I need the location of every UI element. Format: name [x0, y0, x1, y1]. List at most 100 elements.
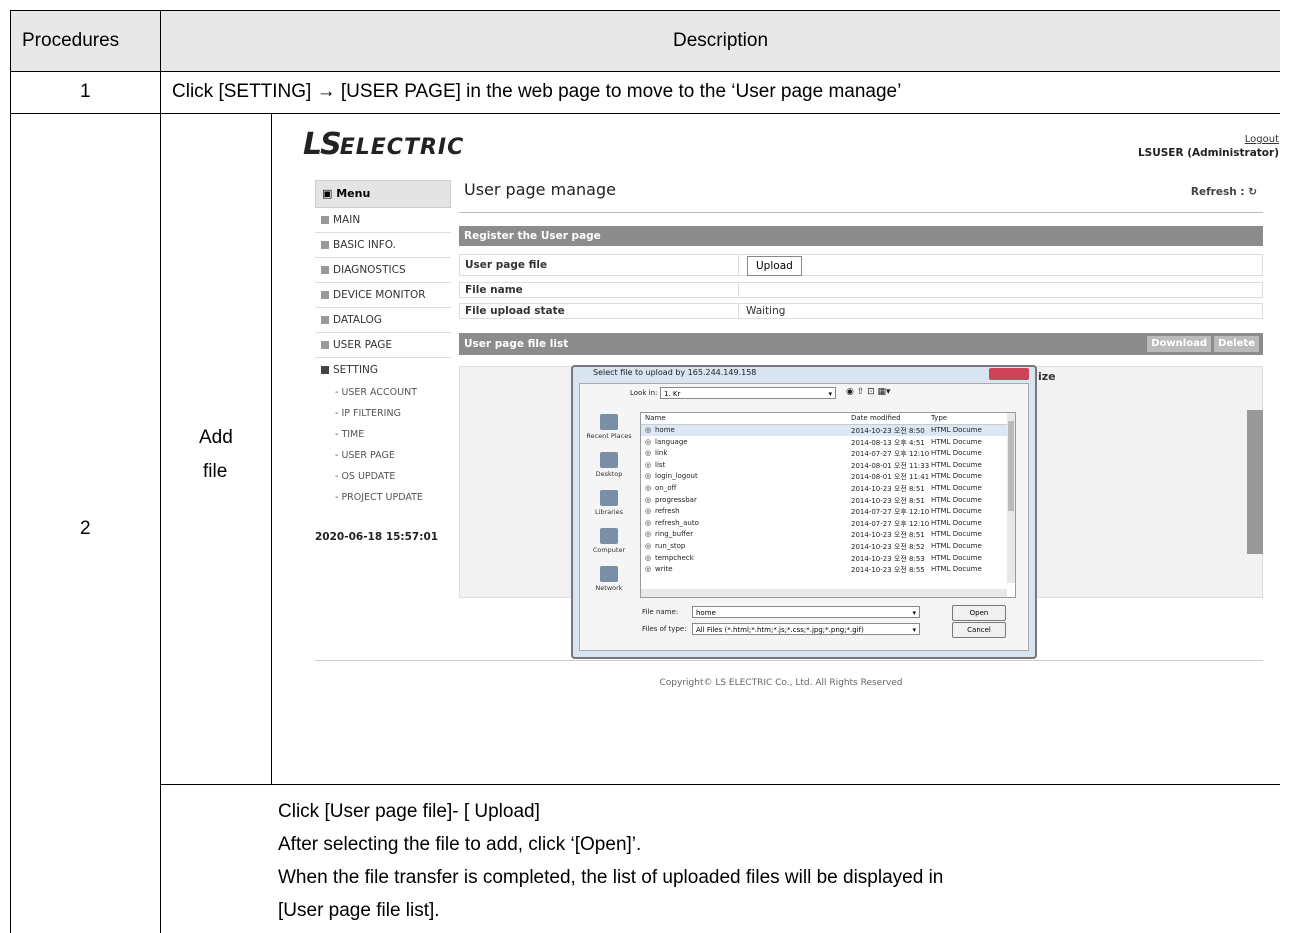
submenu-user-page[interactable]: - USER PAGE: [315, 445, 451, 466]
computer-icon: [600, 528, 618, 544]
menu-title: ▣ Menu: [315, 180, 451, 208]
file-date: 2014-10-23 오전 8:55: [851, 566, 925, 575]
row-file-upload-state: File upload state Waiting: [459, 303, 1263, 319]
file-type: HTML Docume: [931, 518, 982, 527]
file-row[interactable]: ◎ run_stop 2014-10-23 오전 8:52 HTML Docume: [641, 541, 1007, 552]
menu-item-datalog[interactable]: DATALOG: [315, 308, 451, 333]
file-date: 2014-08-01 오전 11:41: [851, 473, 930, 482]
col-date[interactable]: Date modified: [851, 414, 901, 422]
file-row[interactable]: ◎ login_logout 2014-08-01 오전 11:41 HTML Doc…: [641, 471, 1007, 482]
row-label: File upload state: [465, 305, 565, 317]
toolbar-icons[interactable]: ◉ ⇧ ⊡ ▦▾: [846, 387, 891, 397]
look-in-select[interactable]: 1. Kr ▾: [660, 387, 836, 399]
row-label: User page file: [465, 259, 548, 271]
step2-label-line2: file: [203, 461, 228, 482]
bullet-icon: [321, 316, 329, 324]
step1-text: Click [SETTING] → [USER PAGE] in the web…: [172, 81, 902, 102]
header-procedures: Procedures: [22, 30, 120, 51]
list-scrollbar[interactable]: [1247, 410, 1263, 554]
submenu-project-update[interactable]: - PROJECT UPDATE: [315, 487, 451, 508]
place-label: Libraries: [594, 508, 624, 516]
file-name: ring_buffer: [655, 530, 694, 539]
file-name: link: [655, 449, 668, 458]
file-date: 2014-10-23 오전 8:51: [851, 531, 925, 540]
submenu-ip-filtering[interactable]: - IP FILTERING: [315, 403, 451, 424]
file-row[interactable]: ◎ progressbar 2014-10-23 오전 8:51 HTML Docum…: [641, 495, 1007, 506]
menu-item-setting[interactable]: SETTING: [315, 358, 451, 382]
bullet-icon: [321, 216, 329, 224]
menu-item-user-page[interactable]: USER PAGE: [315, 333, 451, 358]
network-icon: [600, 566, 618, 582]
file-type: HTML Docume: [931, 449, 982, 458]
file-type: HTML Docume: [931, 437, 982, 446]
divider: [738, 304, 739, 318]
file-date: 2014-10-23 오전 8:52: [851, 543, 925, 551]
menu-item-basic-info[interactable]: BASIC INFO.: [315, 233, 451, 258]
delete-button[interactable]: Delete: [1214, 336, 1259, 352]
file-date: 2014-08-13 오후 4:51: [851, 438, 925, 447]
file-row[interactable]: ◎ link 2014-07-27 오후 12:10 HTML Docume: [641, 448, 1007, 459]
file-row[interactable]: ◎ on_off 2014-10-23 오전 8:51 HTML Docume: [641, 483, 1007, 494]
file-row[interactable]: ◎ refresh_auto 2014-07-27 오후 12:10 HTML Doc…: [641, 518, 1007, 529]
file-row[interactable]: ◎ list 2014-08-01 오전 11:33 HTML Docume: [641, 460, 1007, 471]
file-date: 2014-07-27 오후 12:10: [851, 508, 930, 517]
file-row[interactable]: ◎ ring_buffer 2014-10-23 오전 8:51 HTML Docum…: [641, 529, 1007, 540]
step1-number: 1: [80, 81, 91, 102]
menu-item-device-monitor[interactable]: DEVICE MONITOR: [315, 283, 451, 308]
place-computer[interactable]: Computer: [584, 528, 634, 566]
bullet-icon: [321, 366, 329, 374]
file-row[interactable]: ◎ language 2014-08-13 오후 4:51 HTML Docume: [641, 437, 1007, 448]
file-name: list: [655, 460, 666, 469]
place-desktop[interactable]: Desktop: [584, 452, 634, 490]
file-dialog: Select file to upload by 165.244.149.158…: [571, 365, 1037, 659]
file-row[interactable]: ◎ home 2014-10-23 오전 8:50 HTML Docume: [641, 425, 1007, 436]
file-list-hscrollbar[interactable]: [641, 589, 1007, 597]
page-title: User page manage: [464, 180, 616, 199]
menu-item-label: DATALOG: [333, 314, 382, 326]
logout-link[interactable]: Logout: [1245, 134, 1279, 145]
row-label: File name: [465, 284, 523, 296]
file-type: HTML Docume: [931, 553, 982, 562]
file-row[interactable]: ◎ refresh 2014-07-27 오후 12:10 HTML Docume: [641, 506, 1007, 517]
file-type: HTML Docume: [931, 495, 982, 504]
files-of-type-select[interactable]: All Files (*.html;*.htm;*.js;*.css;*.jpg…: [692, 623, 920, 635]
places-bar: Recent Places Desktop Libraries Computer…: [584, 414, 634, 604]
file-list-header: Name Date modified Type: [641, 413, 1015, 425]
place-libraries[interactable]: Libraries: [584, 490, 634, 528]
html-file-icon: ◎: [645, 472, 652, 481]
cancel-button[interactable]: Cancel: [952, 622, 1006, 638]
table-border: [10, 71, 1280, 72]
place-network[interactable]: Network: [584, 566, 634, 604]
menu-item-diagnostics[interactable]: DIAGNOSTICS: [315, 258, 451, 283]
download-button[interactable]: Download: [1147, 336, 1211, 352]
menu-title-label: Menu: [336, 187, 371, 200]
scroll-thumb[interactable]: [1008, 421, 1014, 511]
submenu-time[interactable]: - TIME: [315, 424, 451, 445]
file-row[interactable]: ◎ write 2014-10-23 오전 8:55 HTML Docume: [641, 564, 1007, 575]
open-button[interactable]: Open: [952, 605, 1006, 621]
logo-ls: LS: [303, 127, 342, 162]
file-date: 2014-08-01 오전 11:33: [851, 461, 930, 470]
file-name-input[interactable]: home ▾: [692, 606, 920, 618]
refresh-button[interactable]: Refresh : ↻: [1191, 186, 1257, 198]
header-description: Description: [673, 30, 769, 51]
col-name[interactable]: Name: [645, 414, 666, 422]
menu-icon: ▣: [322, 187, 337, 200]
menu-item-main[interactable]: MAIN: [315, 208, 451, 233]
col-type[interactable]: Type: [931, 414, 947, 422]
close-icon[interactable]: [989, 368, 1029, 380]
upload-button[interactable]: Upload: [747, 256, 802, 276]
file-row[interactable]: ◎ tempcheck 2014-10-23 오전 8:53 HTML Docume: [641, 553, 1007, 564]
place-recent-places[interactable]: Recent Places: [584, 414, 634, 452]
html-file-icon: ◎: [645, 437, 652, 446]
desktop-icon: [600, 452, 618, 468]
file-date: 2014-10-23 오전 8:50: [851, 427, 925, 435]
html-file-icon: ◎: [645, 495, 652, 504]
submenu-user-account[interactable]: - USER ACCOUNT: [315, 382, 451, 403]
libraries-icon: [600, 490, 618, 506]
submenu-os-update[interactable]: - OS UPDATE: [315, 466, 451, 487]
side-menu: ▣ Menu MAIN BASIC INFO. DIAGNOSTICS DEVI…: [315, 180, 451, 508]
instruction-line: Click [User page file]- [ Upload]: [278, 801, 540, 822]
file-name: progressbar: [655, 495, 697, 504]
file-list-scrollbar[interactable]: [1007, 413, 1015, 583]
